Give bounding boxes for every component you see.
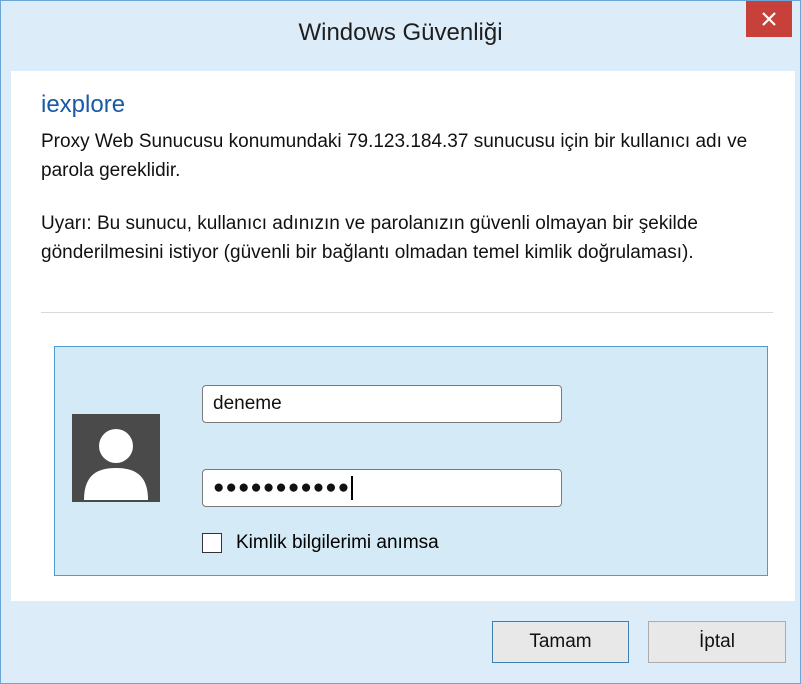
security-dialog: Windows Güvenliği iexplore Proxy Web Sun… <box>0 0 801 684</box>
auth-message: Proxy Web Sunucusu konumundaki 79.123.18… <box>41 131 748 181</box>
close-icon <box>762 12 776 26</box>
username-input[interactable]: deneme <box>202 385 562 423</box>
remember-label[interactable]: Kimlik bilgilerimi anımsa <box>236 532 439 554</box>
window-title: Windows Güvenliği <box>298 19 503 46</box>
text-caret <box>351 476 354 500</box>
password-value: ●●●●●●●●●●● <box>213 477 351 498</box>
app-name: iexplore <box>41 91 126 118</box>
remember-option[interactable]: Kimlik bilgilerimi anımsa <box>202 532 439 554</box>
close-button[interactable] <box>746 1 792 37</box>
remember-checkbox[interactable] <box>202 533 222 553</box>
dialog-content: iexplore Proxy Web Sunucusu konumundaki … <box>11 71 795 601</box>
user-avatar-icon <box>72 414 160 502</box>
cancel-button[interactable]: İptal <box>648 621 786 663</box>
credential-panel: deneme ●●●●●●●●●●● Kimlik bilgilerimi an… <box>54 346 768 576</box>
divider <box>41 312 773 313</box>
ok-button[interactable]: Tamam <box>492 621 629 663</box>
title-bar[interactable]: Windows Güvenliği <box>1 1 800 71</box>
password-input[interactable]: ●●●●●●●●●●● <box>202 469 562 507</box>
username-value: deneme <box>213 393 282 414</box>
security-warning: Uyarı: Bu sunucu, kullanıcı adınızın ve … <box>41 213 698 263</box>
